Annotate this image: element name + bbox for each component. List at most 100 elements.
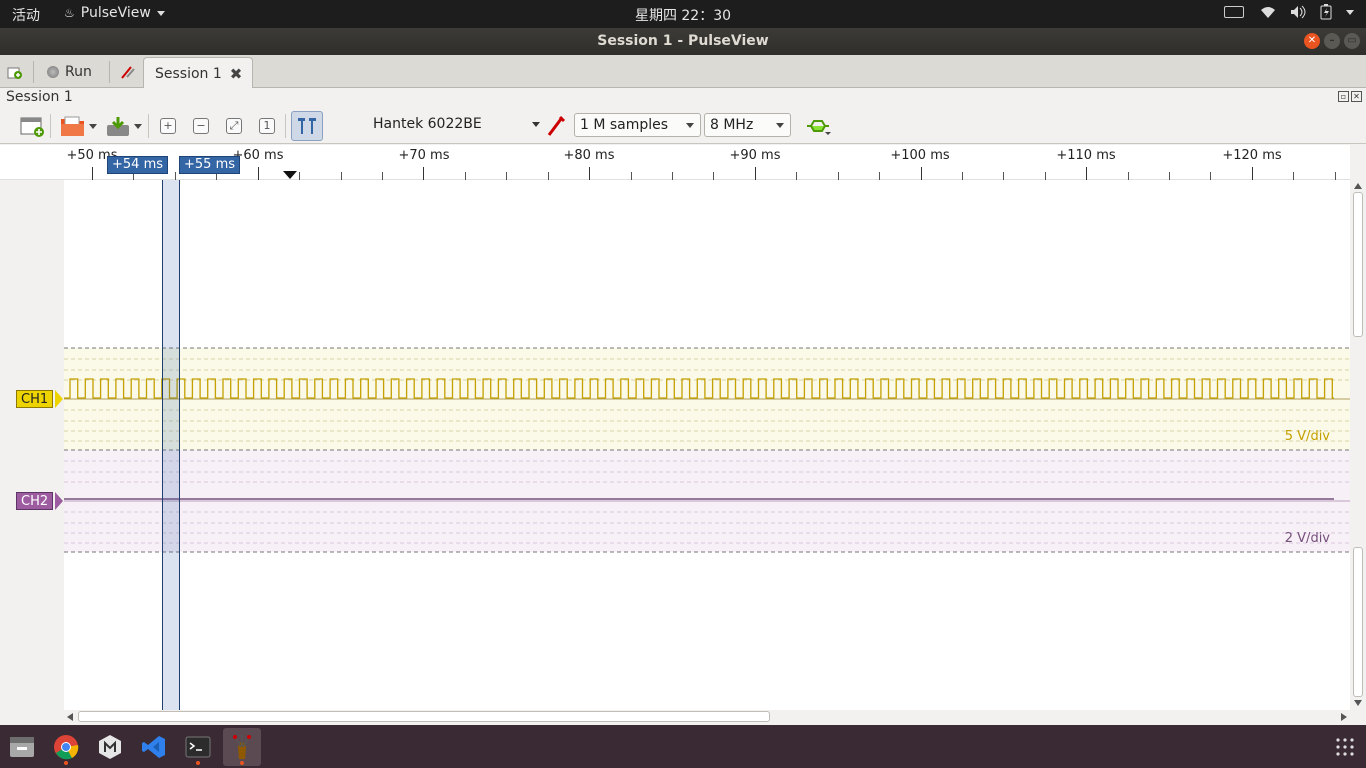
save-dropdown-icon[interactable] <box>133 123 142 129</box>
ch1-label[interactable]: CH1 <box>16 390 54 408</box>
zoom-one-to-one-button[interactable]: 1 <box>257 113 277 139</box>
keyboard-icon[interactable] <box>1224 6 1244 18</box>
ruler-tick <box>1169 172 1170 180</box>
tick-label: +80 ms <box>563 148 615 163</box>
terminal-app[interactable] <box>179 728 217 766</box>
ch1-label-arrow-icon <box>55 390 63 408</box>
open-button[interactable] <box>58 113 98 139</box>
cursor-toggle-button[interactable] <box>291 111 323 141</box>
ruler-tick <box>962 172 963 180</box>
terminal-icon <box>185 736 211 758</box>
pulseview-app[interactable] <box>223 728 261 766</box>
trace-canvas[interactable] <box>0 180 1350 710</box>
add-view-button[interactable] <box>18 113 46 139</box>
ruler-tick <box>92 167 93 180</box>
tick-label: +120 ms <box>1222 148 1282 163</box>
add-decoder-button[interactable] <box>804 113 832 139</box>
sample-count-select[interactable]: 1 M samples <box>574 113 701 137</box>
ruler-tick <box>465 172 466 180</box>
chrome-app[interactable] <box>47 728 85 766</box>
run-label: Run <box>65 64 92 80</box>
scroll-left-icon[interactable] <box>67 713 73 721</box>
ch1-scale[interactable]: 5 V/div <box>1285 429 1330 444</box>
vertical-scroll-thumb[interactable] <box>1353 192 1363 337</box>
new-session-button[interactable] <box>6 59 22 85</box>
settings-button[interactable] <box>119 59 137 85</box>
ruler-tick <box>589 167 590 180</box>
zoom-out-button[interactable]: − <box>191 113 211 139</box>
tab-session-1[interactable]: Session 1 ✖ <box>143 57 253 89</box>
open-file-icon <box>60 116 84 136</box>
maximize-window-icon[interactable]: ▭ <box>1344 33 1360 49</box>
ruler-tick <box>382 172 383 180</box>
typora-app[interactable] <box>91 728 129 766</box>
zoom-out-icon: − <box>193 118 209 134</box>
battery-icon[interactable] <box>1320 4 1332 20</box>
trigger-marker-icon[interactable] <box>283 171 297 180</box>
close-window-icon[interactable]: ✕ <box>1304 33 1320 49</box>
ruler-tick <box>1252 167 1253 180</box>
wifi-icon[interactable] <box>1260 5 1276 19</box>
probe-icon <box>547 115 566 136</box>
ruler-tick <box>506 172 507 180</box>
scroll-up-icon[interactable] <box>1354 183 1362 189</box>
save-button[interactable] <box>103 113 143 139</box>
window-titlebar: Session 1 - PulseView ✕ – ▭ <box>0 28 1366 55</box>
ruler-tick <box>1293 172 1294 180</box>
dock-header: Session 1 ▫ ✕ <box>0 88 1366 108</box>
ubuntu-dock <box>0 725 1366 768</box>
vscode-app[interactable] <box>135 728 173 766</box>
ruler-tick <box>713 172 714 180</box>
ch2-label[interactable]: CH2 <box>16 492 54 510</box>
ruler-tick <box>258 167 259 180</box>
scroll-right-icon[interactable] <box>1341 713 1347 721</box>
float-dock-icon[interactable]: ▫ <box>1338 91 1349 102</box>
zoom-in-icon: + <box>160 118 176 134</box>
pulseview-icon <box>233 735 251 759</box>
run-button[interactable]: Run <box>47 59 92 85</box>
tick-label: +90 ms <box>729 148 781 163</box>
app-menu[interactable]: ♨ PulseView <box>64 5 165 21</box>
markdown-icon <box>99 735 121 759</box>
scroll-down-icon[interactable] <box>1354 700 1362 706</box>
close-tab-icon[interactable]: ✖ <box>230 65 243 83</box>
ch2-scale[interactable]: 2 V/div <box>1285 531 1330 546</box>
ruler-tick <box>423 167 424 180</box>
volume-icon[interactable] <box>1290 5 1306 19</box>
trace-view[interactable]: CH1 CH2 5 V/div 2 V/div <box>0 180 1350 710</box>
show-applications-button[interactable] <box>1326 728 1364 766</box>
tick-label: +100 ms <box>890 148 950 163</box>
ch2-label-arrow-icon <box>55 492 63 510</box>
device-selector[interactable]: Hantek 6022BE <box>368 113 544 137</box>
cursor-2-flag[interactable]: +55 ms <box>179 156 241 174</box>
horizontal-scrollbar[interactable] <box>64 710 1350 724</box>
ruler-tick <box>631 172 632 180</box>
ruler-tick <box>1335 172 1336 180</box>
dock-title: Session 1 <box>6 89 73 105</box>
minimize-window-icon[interactable]: – <box>1324 33 1340 49</box>
ruler-tick <box>838 172 839 180</box>
save-file-icon <box>106 117 129 136</box>
ruler-tick <box>175 172 176 180</box>
vertical-scrollbar[interactable] <box>1350 180 1366 710</box>
app-grid-icon <box>1336 738 1354 756</box>
clock[interactable]: 星期四 22：30 <box>635 8 731 24</box>
open-dropdown-icon[interactable] <box>88 123 97 129</box>
app-menu-label: PulseView <box>80 5 151 21</box>
system-menu-chevron-icon[interactable] <box>1346 9 1354 15</box>
ruler-tick <box>1128 172 1129 180</box>
horizontal-scroll-thumb[interactable] <box>78 711 770 722</box>
cursor-1-flag[interactable]: +54 ms <box>107 156 169 174</box>
files-app[interactable] <box>3 728 41 766</box>
vertical-scroll-thumb-lower[interactable] <box>1353 547 1363 697</box>
close-dock-icon[interactable]: ✕ <box>1351 91 1362 102</box>
probe-config-button[interactable] <box>545 113 567 139</box>
zoom-fit-button[interactable]: ⤢ <box>224 113 244 139</box>
time-ruler[interactable]: +50 ms +60 ms +70 ms +80 ms +90 ms +100 … <box>0 145 1350 180</box>
running-indicator <box>196 761 200 765</box>
ruler-tick <box>879 172 880 180</box>
zoom-in-button[interactable]: + <box>158 113 178 139</box>
activities-button[interactable]: 活动 <box>12 5 40 25</box>
sample-rate-select[interactable]: 8 MHz <box>704 113 791 137</box>
tick-label: +60 ms <box>232 148 284 163</box>
